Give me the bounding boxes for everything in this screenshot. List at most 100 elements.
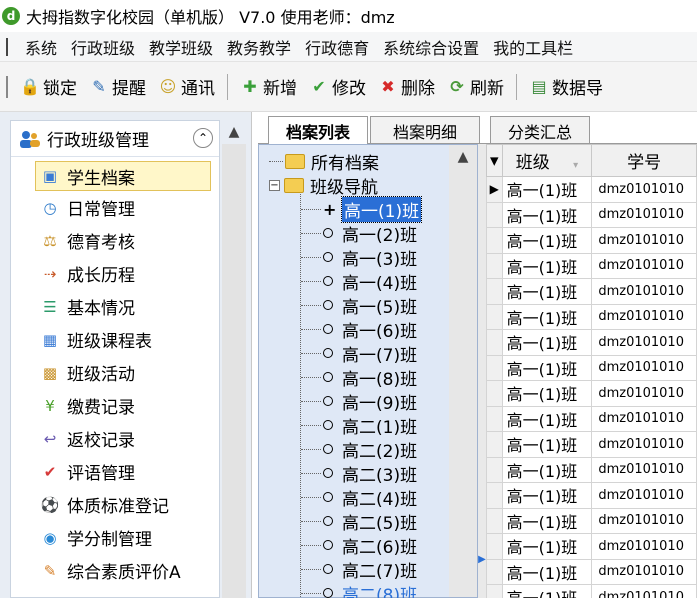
cell-student-id[interactable]: dmz0101010: [591, 252, 697, 279]
cell-student-id[interactable]: dmz0101010: [591, 176, 697, 203]
row-indicator[interactable]: [486, 584, 503, 598]
row-indicator[interactable]: [486, 329, 503, 356]
tree-node-class[interactable]: 高二(6)班: [301, 533, 417, 558]
row-indicator[interactable]: [486, 380, 503, 407]
toolbar-button[interactable]: ✔ 修改: [303, 71, 372, 103]
tree-node-class[interactable]: 高二(4)班: [301, 485, 417, 510]
cell-class[interactable]: 高一(1)班: [501, 380, 593, 407]
menu-item[interactable]: 行政德育: [298, 35, 376, 59]
toolbar-button[interactable]: ☺ 通讯: [152, 71, 221, 103]
menu-item[interactable]: 行政班级: [64, 35, 142, 59]
nav-item[interactable]: ◷ 日常管理: [11, 191, 219, 224]
table-row[interactable]: 高一(1)班dmz0101010: [486, 431, 697, 458]
table-row[interactable]: 高一(1)班dmz0101010: [486, 252, 697, 279]
row-selector-header[interactable]: ▾: [486, 144, 503, 177]
cell-student-id[interactable]: dmz0101010: [591, 533, 697, 560]
nav-item[interactable]: ⚖ 德育考核: [11, 224, 219, 257]
collapse-icon[interactable]: ⌃: [193, 128, 213, 148]
menu-item[interactable]: 系统综合设置: [376, 35, 486, 59]
row-indicator[interactable]: [486, 482, 503, 509]
expand-plus-icon[interactable]: +: [323, 200, 336, 219]
table-row[interactable]: 高一(1)班dmz0101010: [486, 533, 697, 560]
tree-node-class[interactable]: 高二(5)班: [301, 509, 417, 534]
row-indicator[interactable]: [486, 533, 503, 560]
tree-node-class[interactable]: 高一(3)班: [301, 245, 417, 270]
cell-class[interactable]: 高一(1)班: [501, 507, 593, 534]
cell-student-id[interactable]: dmz0101010: [591, 584, 697, 598]
splitter-grip-icon[interactable]: ▶: [478, 554, 486, 572]
tree-node-class[interactable]: 高一(7)班: [301, 341, 417, 366]
table-row[interactable]: 高一(1)班dmz0101010: [486, 227, 697, 254]
cell-student-id[interactable]: dmz0101010: [591, 456, 697, 483]
row-indicator[interactable]: [486, 431, 503, 458]
cell-class[interactable]: 高一(1)班: [501, 584, 593, 598]
row-indicator[interactable]: [486, 354, 503, 381]
panel-splitter[interactable]: ▶: [478, 144, 486, 598]
tree-node-group[interactable]: − 班级导航: [269, 173, 378, 198]
menu-item[interactable]: 系统: [18, 35, 64, 59]
cell-class[interactable]: 高一(1)班: [501, 201, 593, 228]
nav-item[interactable]: ✎ 综合素质评价A: [11, 554, 219, 587]
nav-item[interactable]: ✔ 评语管理: [11, 455, 219, 488]
table-row[interactable]: 高一(1)班dmz0101010: [486, 584, 697, 598]
current-row-icon[interactable]: ▶: [486, 176, 503, 203]
nav-item[interactable]: ↩ 返校记录: [11, 422, 219, 455]
row-indicator[interactable]: [486, 456, 503, 483]
cell-student-id[interactable]: dmz0101010: [591, 354, 697, 381]
table-row[interactable]: 高一(1)班dmz0101010: [486, 329, 697, 356]
tree-node-class[interactable]: 高二(7)班: [301, 557, 417, 582]
cell-class[interactable]: 高一(1)班: [501, 354, 593, 381]
tree-node-class[interactable]: 高一(2)班: [301, 221, 417, 246]
table-row[interactable]: 高一(1)班dmz0101010: [486, 201, 697, 228]
tab[interactable]: 档案明细: [370, 116, 480, 144]
row-indicator[interactable]: [486, 252, 503, 279]
toolbar-button[interactable]: ✎ 提醒: [83, 71, 152, 103]
row-indicator[interactable]: [486, 303, 503, 330]
cell-student-id[interactable]: dmz0101010: [591, 278, 697, 305]
cell-student-id[interactable]: dmz0101010: [591, 405, 697, 432]
table-row[interactable]: 高一(1)班dmz0101010: [486, 278, 697, 305]
column-header-class[interactable]: 班级 ▾: [501, 144, 593, 177]
cell-student-id[interactable]: dmz0101010: [591, 380, 697, 407]
tab[interactable]: 档案列表: [268, 116, 368, 144]
row-indicator[interactable]: [486, 227, 503, 254]
cell-student-id[interactable]: dmz0101010: [591, 507, 697, 534]
cell-class[interactable]: 高一(1)班: [501, 176, 593, 203]
table-row[interactable]: 高一(1)班dmz0101010: [486, 405, 697, 432]
table-row[interactable]: ▶ 高一(1)班 dmz0101010: [486, 176, 697, 203]
tree-node-class[interactable]: 高二(2)班: [301, 437, 417, 462]
row-indicator[interactable]: [486, 278, 503, 305]
cell-student-id[interactable]: dmz0101010: [591, 482, 697, 509]
row-indicator[interactable]: [486, 405, 503, 432]
cell-class[interactable]: 高一(1)班: [501, 558, 593, 585]
tree-node-root[interactable]: 所有档案: [269, 149, 379, 174]
cell-student-id[interactable]: dmz0101010: [591, 201, 697, 228]
menu-item[interactable]: 教学班级: [142, 35, 220, 59]
table-row[interactable]: 高一(1)班dmz0101010: [486, 303, 697, 330]
cell-class[interactable]: 高一(1)班: [501, 329, 593, 356]
tree-node-class[interactable]: 高二(3)班: [301, 461, 417, 486]
cell-class[interactable]: 高一(1)班: [501, 533, 593, 560]
cell-class[interactable]: 高一(1)班: [501, 278, 593, 305]
tree-node-class[interactable]: 高二(8)班: [301, 581, 417, 598]
tree-scrollbar[interactable]: [449, 145, 477, 597]
nav-item[interactable]: ▣ 学生档案: [35, 161, 211, 191]
nav-item[interactable]: ◉ 学分制管理: [11, 521, 219, 554]
tree-node-class[interactable]: 高二(1)班: [301, 413, 417, 438]
column-header-student-id[interactable]: 学号: [591, 144, 697, 177]
nav-item[interactable]: ¥ 缴费记录: [11, 389, 219, 422]
nav-panel-header[interactable]: 行政班级管理 ⌃: [11, 121, 219, 157]
tree-node-class[interactable]: 高一(4)班: [301, 269, 417, 294]
cell-student-id[interactable]: dmz0101010: [591, 303, 697, 330]
collapse-tree-icon[interactable]: −: [269, 179, 280, 191]
table-row[interactable]: 高一(1)班dmz0101010: [486, 456, 697, 483]
nav-scrollbar[interactable]: [222, 144, 246, 598]
table-row[interactable]: 高一(1)班dmz0101010: [486, 482, 697, 509]
cell-student-id[interactable]: dmz0101010: [591, 227, 697, 254]
toolbar-button[interactable]: ✖ 删除: [372, 71, 441, 103]
row-indicator[interactable]: [486, 201, 503, 228]
menu-item[interactable]: 我的工具栏: [486, 35, 580, 59]
cell-student-id[interactable]: dmz0101010: [591, 329, 697, 356]
cell-class[interactable]: 高一(1)班: [501, 456, 593, 483]
tree-node-class[interactable]: 高一(6)班: [301, 317, 417, 342]
